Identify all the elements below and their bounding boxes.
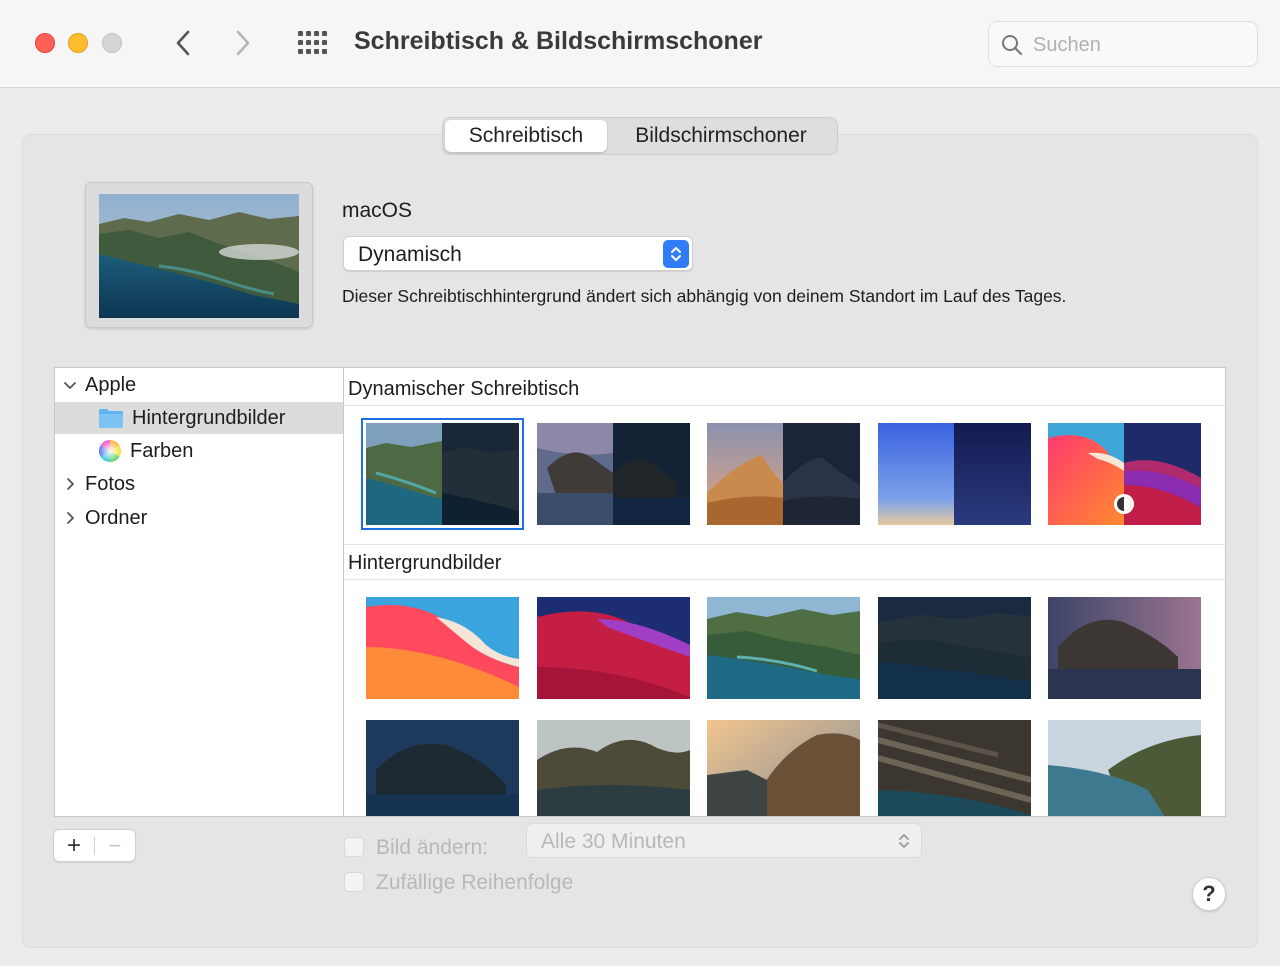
wallpaper-thumbnail-catalina-rock[interactable]	[878, 720, 1031, 816]
sidebar-item-label: Hintergrundbilder	[132, 406, 286, 429]
popup-arrows-icon	[663, 240, 689, 268]
window-title: Schreibtisch & Bildschirmschoner	[354, 27, 763, 55]
wallpaper-thumbnail-mojave-dynamic[interactable]	[707, 423, 860, 525]
divider	[344, 405, 1225, 406]
divider	[344, 579, 1225, 580]
tab-bar: Schreibtisch Bildschirmschoner	[442, 117, 838, 155]
help-button[interactable]: ?	[1192, 877, 1226, 911]
remove-folder-button[interactable]: −	[95, 830, 135, 861]
chevron-down-icon[interactable]	[63, 378, 77, 392]
chevron-left-icon	[176, 30, 190, 56]
add-folder-button[interactable]: +	[54, 830, 94, 861]
change-interval-popup[interactable]: Alle 30 Minuten	[526, 823, 922, 858]
tab-schreibtisch[interactable]: Schreibtisch	[445, 120, 607, 152]
wallpaper-thumbnail-catalina-island-dynamic[interactable]	[537, 423, 690, 525]
mode-popup[interactable]: Dynamisch	[343, 236, 693, 271]
desktop-preview	[85, 182, 313, 328]
wallpaper-thumbnail-catalina-coast[interactable]	[1048, 720, 1201, 816]
close-window-button[interactable]	[35, 33, 55, 53]
random-order-label: Zufällige Reihenfolge	[376, 871, 574, 894]
wallpaper-thumbnail-catalina-island-dusk[interactable]	[1048, 597, 1201, 699]
wallpaper-thumbnail-catalina-cliffs[interactable]	[707, 720, 860, 816]
zoom-window-button[interactable]	[102, 33, 122, 53]
wallpaper-thumbnail-solar-gradients[interactable]	[878, 423, 1031, 525]
dynamic-mode-icon	[1114, 494, 1134, 514]
search-field[interactable]	[988, 21, 1258, 67]
mode-description: Dieser Schreibtischhintergrund ändert si…	[342, 286, 1067, 306]
sidebar-item-ordner[interactable]: Ordner	[55, 502, 343, 534]
wallpaper-thumbnail-catalina-island-night[interactable]	[366, 720, 519, 816]
wallpaper-thumbnail-catalina-dynamic[interactable]	[361, 418, 524, 530]
tab-bildschirmschoner[interactable]: Bildschirmschoner	[607, 120, 835, 152]
chevron-right-icon[interactable]	[63, 511, 77, 525]
wallpaper-thumbnail-big-sur-dynamic[interactable]	[1048, 423, 1201, 525]
wallpaper-thumbnail-big-sur-night[interactable]	[537, 597, 690, 699]
sidebar-item-hintergrundbilder[interactable]: Hintergrundbilder	[55, 402, 343, 434]
wallpaper-thumbnail-big-sur-day[interactable]	[366, 597, 519, 699]
search-icon	[1002, 35, 1023, 56]
grid-icon	[298, 31, 327, 54]
preview-image	[99, 194, 299, 318]
random-order-checkbox[interactable]	[344, 872, 364, 892]
sidebar-item-label: Apple	[85, 373, 137, 396]
sidebar-item-fotos[interactable]: Fotos	[55, 468, 343, 500]
chevron-right-icon	[236, 30, 250, 56]
change-picture-label: Bild ändern:	[376, 836, 489, 859]
forward-button[interactable]	[228, 26, 258, 60]
sidebar-item-farben[interactable]: Farben	[55, 435, 343, 467]
sidebar-item-label: Ordner	[85, 506, 148, 529]
color-wheel-icon	[99, 440, 121, 462]
section-header-dynamic: Dynamischer Schreibtisch	[348, 377, 580, 400]
change-interval-value: Alle 30 Minuten	[541, 830, 686, 853]
title-bar: Schreibtisch & Bildschirmschoner	[0, 0, 1280, 88]
section-header-wallpapers: Hintergrundbilder	[348, 551, 502, 574]
wallpaper-thumbnail-catalina-day[interactable]	[707, 597, 860, 699]
wallpaper-thumbnail-catalina-mountains[interactable]	[537, 720, 690, 816]
popup-arrows-icon	[899, 834, 909, 848]
minimize-window-button[interactable]	[68, 33, 88, 53]
wallpaper-gallery: Dynamischer Schreibtisch Hintergrundbild…	[343, 367, 1226, 817]
wallpaper-thumbnail-catalina-night[interactable]	[878, 597, 1031, 699]
add-remove-control: + −	[53, 829, 136, 862]
change-picture-checkbox[interactable]	[344, 837, 364, 857]
folder-icon	[98, 407, 124, 429]
folder-title: macOS	[342, 199, 413, 222]
chevron-right-icon[interactable]	[63, 477, 77, 491]
sidebar-item-label: Fotos	[85, 472, 136, 495]
source-list: Apple Hintergrundbilder Farben Fotos Ord…	[54, 367, 344, 817]
sidebar-item-apple[interactable]: Apple	[55, 369, 343, 401]
show-all-button[interactable]	[297, 30, 331, 56]
back-button[interactable]	[168, 26, 198, 60]
sidebar-item-label: Farben	[130, 439, 194, 462]
search-input[interactable]	[1033, 30, 1243, 60]
mode-popup-value: Dynamisch	[358, 243, 462, 266]
